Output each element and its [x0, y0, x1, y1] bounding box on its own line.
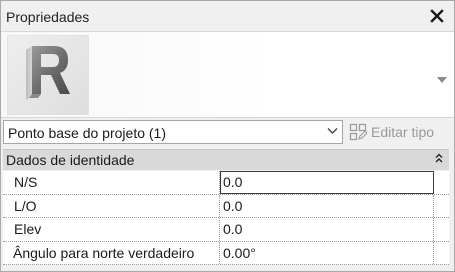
- collapse-icon: [435, 153, 443, 163]
- property-value-field[interactable]: 0.0: [220, 194, 434, 217]
- instance-toolbar: Ponto base do projeto (1) Editar tipo: [1, 117, 454, 147]
- chevron-down-icon: [327, 128, 338, 134]
- instance-filter-value: Ponto base do projeto (1): [8, 125, 166, 141]
- property-name-cell: Ângulo para norte verdadeiro: [3, 241, 220, 264]
- property-name: N/S: [14, 174, 38, 190]
- edit-type-label: Editar tipo: [371, 124, 435, 140]
- property-row-elev: Elev 0.0: [3, 218, 449, 242]
- type-selector[interactable]: [1, 31, 454, 118]
- property-name-cell: N/S: [3, 171, 220, 194]
- property-name: Elev: [14, 221, 42, 237]
- property-value-field[interactable]: 0.00°: [220, 241, 434, 264]
- edit-type-icon: [349, 123, 367, 141]
- property-value-field[interactable]: 0.0: [220, 218, 434, 241]
- property-name-cell: Elev: [3, 218, 220, 241]
- close-icon: [430, 9, 444, 23]
- chevron-down-icon: [437, 77, 447, 83]
- property-value: 0.00°: [223, 244, 256, 261]
- group-header-identity-data[interactable]: Dados de identidade: [3, 149, 449, 170]
- edit-type-button[interactable]: Editar tipo: [349, 121, 434, 143]
- property-value-field[interactable]: 0.0: [220, 171, 434, 194]
- property-value: 0.0: [223, 221, 243, 237]
- property-row-true-north-angle: Ângulo para norte verdadeiro 0.00°: [3, 241, 449, 265]
- properties-palette: Propriedades Ponto base do projeto (1) E…: [0, 0, 455, 272]
- property-row-lo: L/O 0.0: [3, 194, 449, 218]
- property-row-ns: N/S 0.0: [3, 171, 449, 195]
- close-button[interactable]: [426, 5, 448, 27]
- properties-grid: N/S 0.0 L/O 0.0 Elev 0.0 Ângulo para nor…: [3, 171, 449, 265]
- type-scroll-button[interactable]: [437, 70, 447, 86]
- instance-filter-dropdown[interactable]: Ponto base do projeto (1): [3, 120, 343, 144]
- property-name-cell: L/O: [3, 194, 220, 217]
- palette-titlebar[interactable]: Propriedades: [1, 1, 454, 31]
- group-label: Dados de identidade: [6, 152, 135, 168]
- property-name: Ângulo para norte verdadeiro: [13, 244, 195, 261]
- type-thumbnail: [7, 35, 89, 115]
- property-name: L/O: [14, 197, 37, 214]
- revit-r-logo: [26, 46, 70, 100]
- property-value: 0.0: [223, 197, 243, 214]
- palette-title: Propriedades: [6, 9, 90, 25]
- property-value: 0.0: [223, 174, 243, 190]
